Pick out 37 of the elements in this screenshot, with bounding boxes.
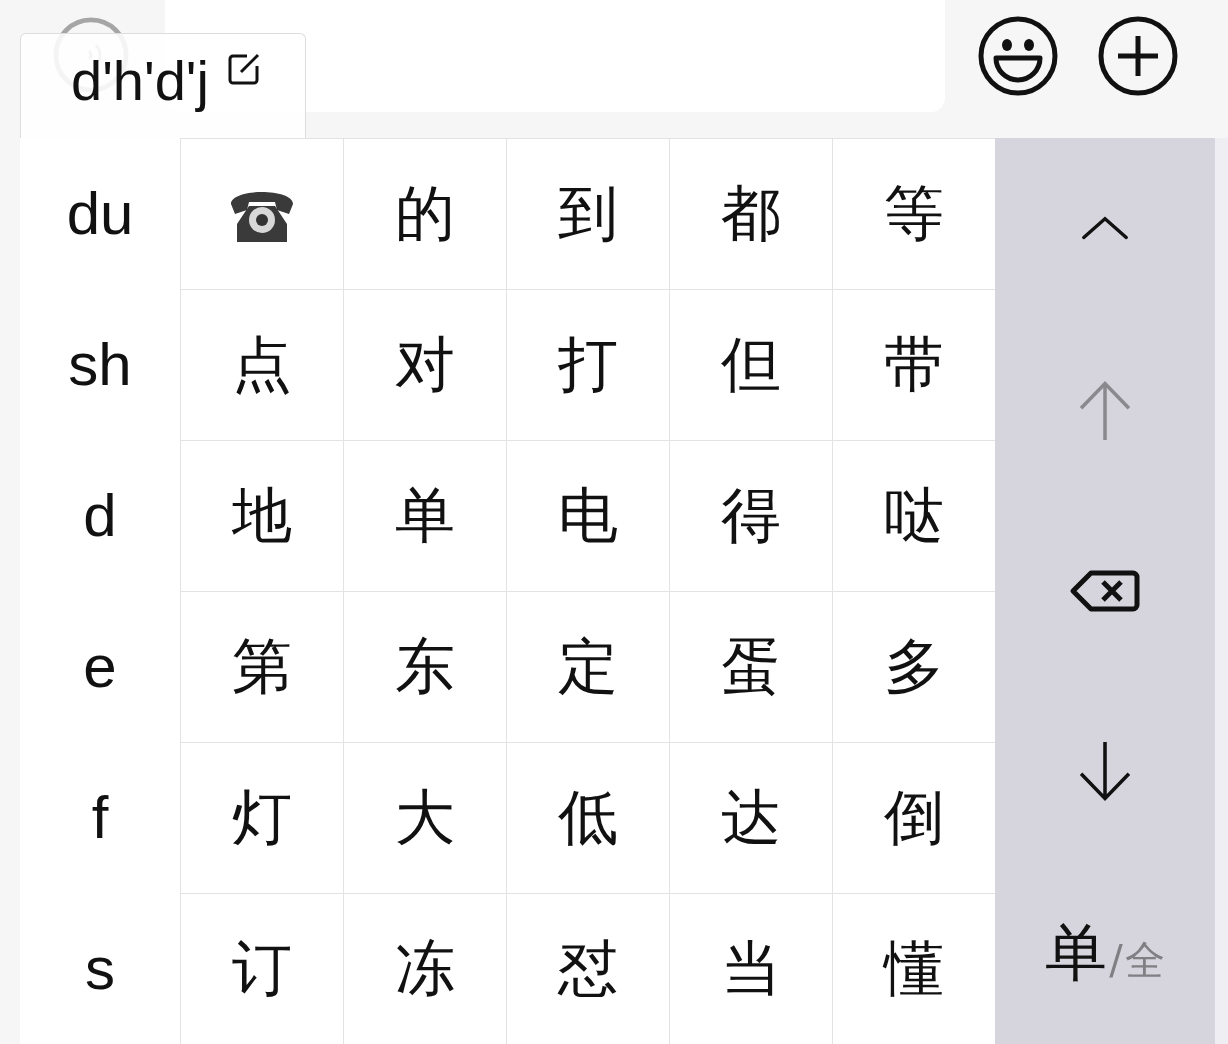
candidate-key[interactable]: 电 [506, 440, 669, 591]
plus-icon[interactable] [1098, 16, 1178, 96]
candidate-key[interactable]: 订 [180, 893, 343, 1044]
candidate-key[interactable]: 都 [669, 138, 832, 289]
candidate-key[interactable] [180, 138, 343, 289]
candidate-key[interactable]: 冻 [343, 893, 506, 1044]
composition-text: d'h'd'j [71, 48, 209, 114]
candidate-key[interactable]: 点 [180, 289, 343, 440]
candidate-key[interactable]: 地 [180, 440, 343, 591]
edit-icon[interactable] [226, 52, 261, 86]
width-option[interactable]: 单 [1045, 911, 1108, 996]
candidate-key[interactable]: 大 [343, 742, 506, 893]
pinyin-option[interactable]: f [91, 783, 109, 852]
candidate-key[interactable]: 达 [669, 742, 832, 893]
candidate-key[interactable]: 的 [343, 138, 506, 289]
candidate-key[interactable]: 东 [343, 591, 506, 742]
candidate-key[interactable]: 得 [669, 440, 832, 591]
emoji-icon[interactable] [978, 16, 1058, 96]
candidate-key[interactable]: 到 [506, 138, 669, 289]
candidate-key[interactable]: 单 [343, 440, 506, 591]
separator-text: / [1109, 937, 1123, 984]
candidate-key[interactable]: 对 [343, 289, 506, 440]
candidate-key[interactable]: 低 [506, 742, 669, 893]
candidate-key[interactable]: 打 [506, 289, 669, 440]
candidate-key[interactable]: 当 [669, 893, 832, 1044]
candidate-key[interactable]: 第 [180, 591, 343, 742]
candidate-key[interactable]: 灯 [180, 742, 343, 893]
candidate-key[interactable]: 蛋 [669, 591, 832, 742]
candidate-key[interactable]: 怼 [506, 893, 669, 1044]
width-toggle[interactable]: 单/全 [1045, 911, 1165, 996]
pinyin-option[interactable]: du [66, 179, 134, 248]
candidate-key[interactable]: 但 [669, 289, 832, 440]
pinyin-option[interactable]: s [85, 934, 115, 1003]
pinyin-option[interactable]: e [83, 632, 117, 701]
candidate-key[interactable]: 定 [506, 591, 669, 742]
pinyin-option[interactable]: d [83, 481, 117, 550]
pinyin-option[interactable]: sh [68, 330, 132, 399]
